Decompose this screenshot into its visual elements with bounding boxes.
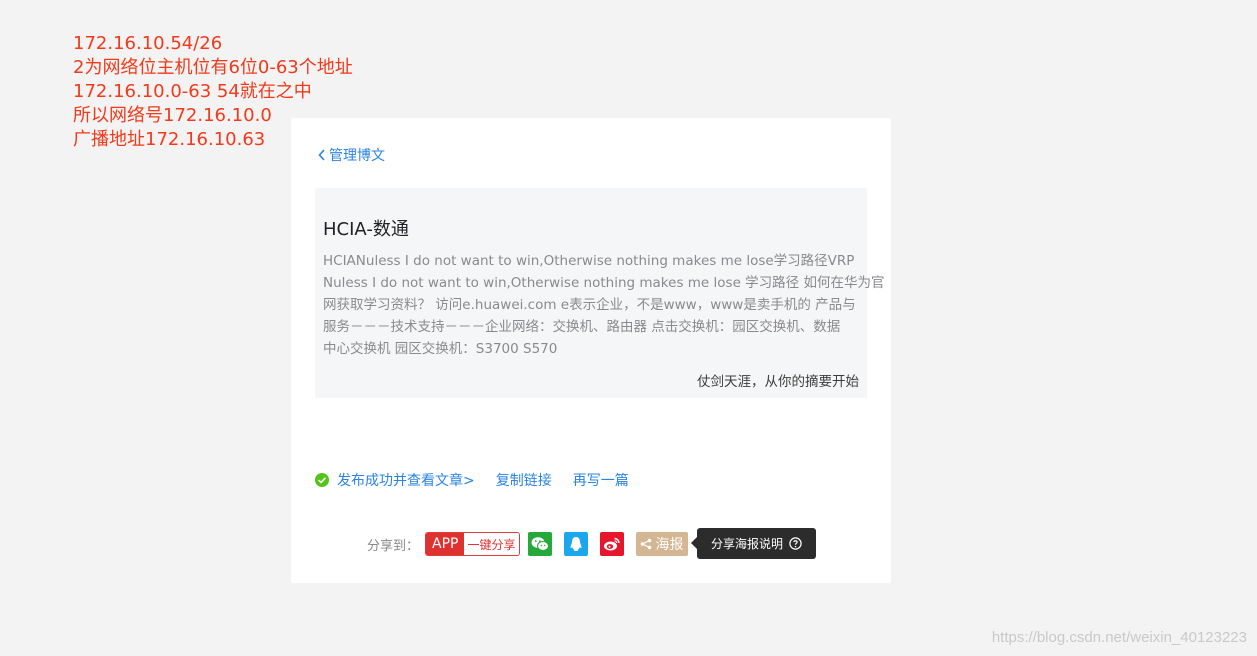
note-line: 2为网络位主机位有6位0-63个地址	[73, 57, 353, 78]
note-line: 所以网络号172.16.10.0	[73, 105, 272, 126]
wechat-icon	[531, 537, 549, 551]
publish-result-card: 管理博文 HCIA-数通 HCIANuless I do not want to…	[291, 118, 891, 583]
copy-link-button[interactable]: 复制链接	[496, 470, 552, 490]
article-summary: HCIA-数通 HCIANuless I do not want to win,…	[315, 188, 885, 398]
share-poster-button[interactable]: 海报	[635, 532, 688, 556]
note-line: 广播地址172.16.10.63	[73, 129, 266, 150]
help-circle-icon	[789, 537, 802, 550]
watermark: https://blog.csdn.net/weixin_40123223	[991, 629, 1247, 646]
write-again-button[interactable]: 再写一篇	[573, 470, 629, 490]
app-share-button[interactable]: APP 一键分享	[425, 532, 520, 556]
share-label: 分享到：	[367, 538, 420, 554]
qq-icon	[570, 537, 581, 551]
poster-label: 海报	[655, 537, 684, 553]
annotation-note: 172.16.10.54/26 2为网络位主机位有6位0-63个地址 172.1…	[73, 32, 353, 152]
share-qq-button[interactable]	[563, 532, 588, 556]
description-line: 中心交换机 园区交换机：S3700 S570	[323, 341, 558, 357]
poster-help-label: 分享海报说明	[711, 537, 784, 551]
description-line: HCIANuless I do not want to win,Otherwis…	[323, 253, 855, 269]
view-article-link[interactable]: 发布成功并查看文章>	[337, 470, 475, 490]
share-weibo-button[interactable]	[599, 532, 624, 556]
note-line: 172.16.10.54/26	[73, 33, 223, 54]
app-badge: APP	[426, 533, 465, 555]
description-line: 服务－－－技术支持－－－企业网络：交换机、路由器 点击交换机：园区交换机、数据	[323, 319, 841, 335]
summary-slogan: 仗剑天涯，从你的摘要开始	[697, 374, 859, 390]
article-description: HCIANuless I do not want to win,Otherwis…	[323, 250, 885, 360]
weibo-icon	[603, 537, 620, 551]
description-line: 网获取学习资料？ 访问e.huawei.com e表示企业，不是www，www是…	[323, 297, 856, 313]
poster-help-tooltip[interactable]: 分享海报说明	[690, 528, 817, 559]
action-row: 发布成功并查看文章> 复制链接 再写一篇	[315, 470, 650, 490]
share-bar: 分享到： APP 一键分享 海报	[367, 532, 688, 556]
description-line: Nuless I do not want to win,Otherwise no…	[323, 275, 885, 291]
one-click-share-label: 一键分享	[464, 533, 519, 555]
share-wechat-button[interactable]	[527, 532, 552, 556]
check-circle-icon	[315, 473, 329, 487]
share-icon	[640, 538, 651, 550]
article-title: HCIA-数通	[323, 219, 409, 240]
note-line: 172.16.10.0-63 54就在之中	[73, 81, 312, 102]
